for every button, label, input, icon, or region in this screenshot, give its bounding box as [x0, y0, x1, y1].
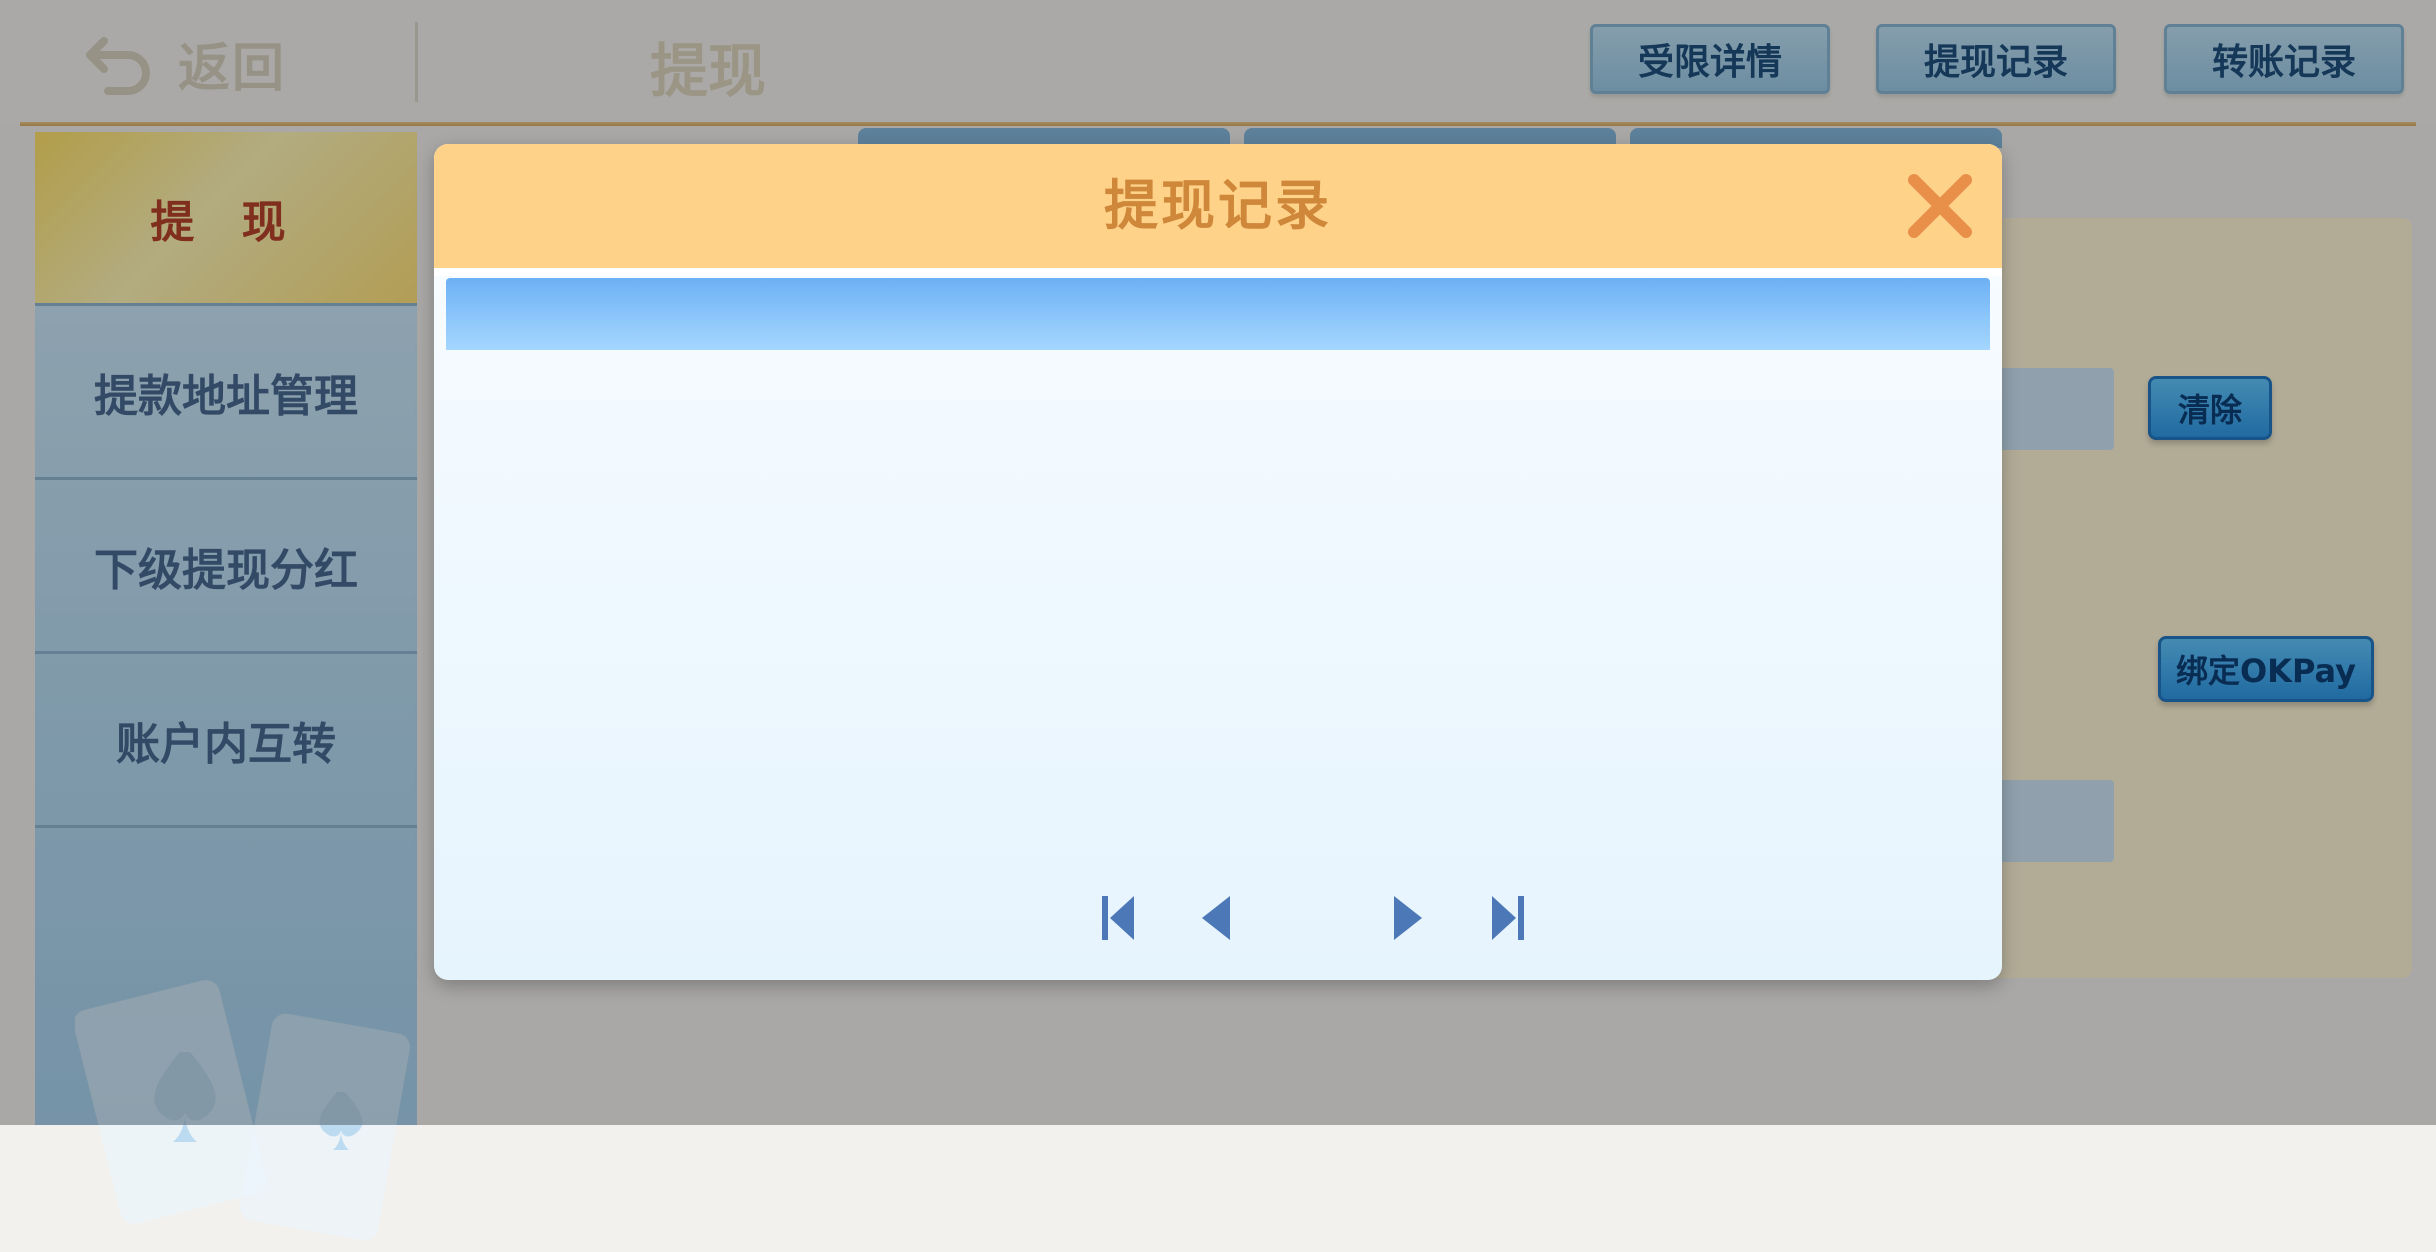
close-icon[interactable]	[1902, 168, 1978, 244]
first-page-icon[interactable]	[1096, 890, 1140, 946]
records-table-header	[446, 278, 1990, 350]
withdraw-records-modal: 提现记录	[434, 144, 2002, 980]
last-page-icon[interactable]	[1486, 890, 1530, 946]
modal-title: 提现记录	[1104, 174, 1332, 237]
next-page-icon[interactable]	[1386, 890, 1430, 946]
prev-page-icon[interactable]	[1194, 890, 1238, 946]
